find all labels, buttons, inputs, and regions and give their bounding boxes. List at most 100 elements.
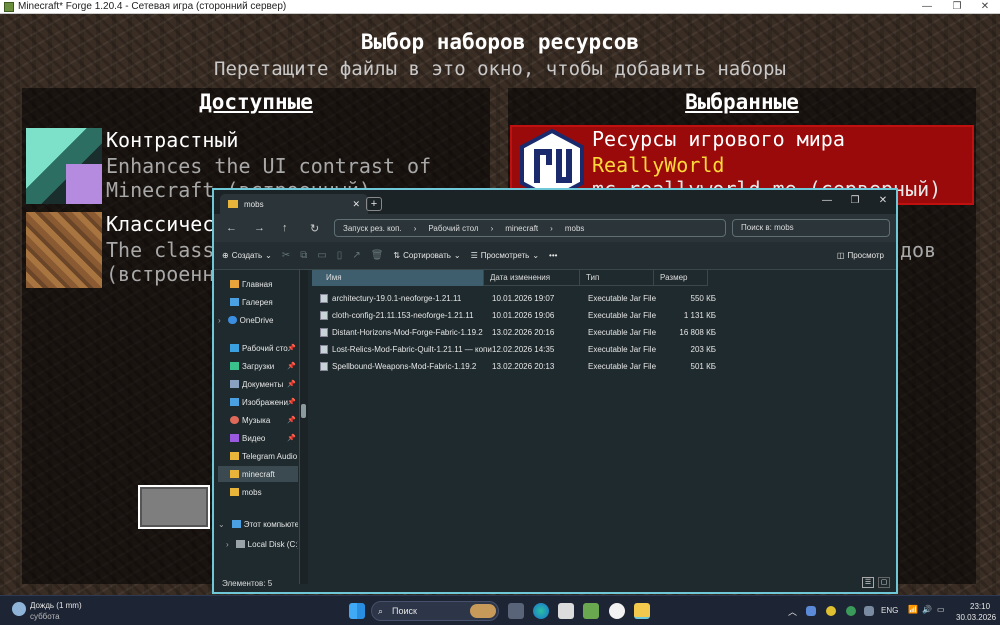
view-icon: ☰ [470,251,478,260]
file-name: cloth-config-21.11.153-neoforge-1.21.11 [332,311,474,320]
file-row[interactable]: architectury-19.0.1-neoforge-1.21.11 10.… [312,290,812,307]
maximize-button[interactable]: ❐ [842,192,868,210]
file-row[interactable]: cloth-config-21.11.153-neoforge-1.21.11 … [312,307,812,324]
sidebar-item-local-disk[interactable]: › Local Disk (C:) [218,536,298,552]
refresh-icon[interactable]: ↻ [310,222,319,235]
breadcrumb-item[interactable]: mobs [565,224,585,233]
weather-title[interactable]: Дождь (1 mm) [30,601,82,610]
clock-time[interactable]: 23:10 [970,602,990,611]
chevron-down-icon: ⌄ [532,251,540,260]
up-arrow-icon[interactable]: ↑ [282,222,288,234]
paste-icon[interactable]: ▭ [317,250,326,261]
delete-icon[interactable]: 🗑 [371,250,384,261]
sidebar-item-label: Рабочий сто. [242,343,290,353]
chevron-right-icon: › [550,223,553,233]
file-explorer-icon[interactable] [634,603,650,619]
yandex-browser-icon[interactable] [609,603,625,619]
taskbar: Дождь (1 mm) суббота ⌕ Поиск ︿ ENG 📶 🔊 ▭… [0,595,1000,625]
close-tab-icon[interactable]: ✕ [352,199,360,210]
sidebar-item-onedrive[interactable]: › OneDrive [218,312,298,328]
file-row[interactable]: Distant-Horizons-Mod-Forge-Fabric-1.19.2… [312,324,812,341]
breadcrumb-item[interactable]: Запуск рез. коп. [343,224,402,233]
sidebar-item-pictures[interactable]: Изображени 📌 [218,394,298,410]
minimize-button[interactable]: — [814,192,840,210]
sidebar-item-telegram-audio[interactable]: Telegram Audio [218,448,298,464]
breadcrumb[interactable]: Запуск рез. коп. › Рабочий стол › minecr… [334,219,726,237]
sidebar-item-desktop[interactable]: Рабочий сто. 📌 [218,340,298,356]
close-button[interactable]: ✕ [870,192,896,210]
column-header-size[interactable]: Размер [654,270,708,286]
minecraft-launcher-icon[interactable] [583,603,599,619]
view-button[interactable]: ☰ Просмотреть ⌄ [471,251,539,260]
file-row[interactable]: Lost-Relics-Mod-Fabric-Quilt-1.21.11 — к… [312,341,812,358]
close-button[interactable]: ✕ [972,0,998,14]
file-type: Executable Jar File [588,345,657,354]
wifi-icon[interactable]: 📶 [908,605,918,614]
sidebar-item-documents[interactable]: Документы 📌 [218,376,298,392]
sidebar-item-videos[interactable]: Видео 📌 [218,430,298,446]
column-header-date[interactable]: Дата изменения [484,270,580,286]
tray-app-icon[interactable] [826,606,836,616]
sort-button[interactable]: ⇅ Сортировать ⌄ [393,251,460,260]
calculator-icon[interactable] [558,603,574,619]
file-name: architectury-19.0.1-neoforge-1.21.11 [332,294,462,303]
home-icon [230,280,239,288]
share-icon[interactable]: ↗ [352,250,360,261]
task-view-icon[interactable] [508,603,524,619]
sidebar-item-downloads[interactable]: Загрузки 📌 [218,358,298,374]
windows-start-icon[interactable] [349,603,365,619]
sidebar-item-home[interactable]: Главная [218,276,298,292]
tray-app-icon[interactable] [806,606,816,616]
tray-app-icon[interactable] [864,606,874,616]
file-row[interactable]: Spellbound-Weapons-Mod-Fabric-1.19.2 13.… [312,358,812,375]
sidebar-item-gallery[interactable]: Галерея [218,294,298,310]
search-highlight-image [470,604,496,618]
sidebar-item-minecraft[interactable]: minecraft [218,466,298,482]
search-input[interactable]: Поиск в: mobs [732,219,890,237]
sidebar-item-music[interactable]: Музыка 📌 [218,412,298,428]
language-indicator[interactable]: ENG [881,606,898,615]
preview-pane-icon: ◫ [836,251,845,260]
taskbar-search[interactable]: ⌕ Поиск [371,601,499,621]
chevron-up-icon[interactable]: ︿ [788,605,797,618]
pack-desc-overflow: дов [900,238,937,262]
tiles-view-icon[interactable]: ▢ [878,577,890,588]
pack-name: Контрастный [106,128,239,152]
scrollbar-thumb[interactable] [301,404,306,418]
plus-circle-icon: ⊕ [222,251,229,260]
cut-icon[interactable]: ✂ [282,250,290,261]
copy-icon[interactable]: ⧉ [300,250,307,261]
available-header: Доступные [199,90,313,114]
more-options-button[interactable]: ••• [549,251,557,260]
jar-file-icon [320,362,328,371]
maximize-button[interactable]: ❐ [944,0,970,14]
cloud-icon [227,316,237,324]
volume-icon[interactable]: 🔊 [922,605,932,614]
sidebar-item-this-pc[interactable]: ⌄ Этот компьютер [218,516,298,532]
image-icon [230,398,239,406]
sidebar-scrollbar[interactable] [300,270,308,584]
create-button[interactable]: ⊕ Создать ⌄ [222,251,272,260]
new-tab-button[interactable]: + [366,197,382,211]
open-pack-folder-button[interactable] [138,485,210,529]
sidebar-item-mobs[interactable]: mobs [218,484,298,500]
rename-icon[interactable]: ▯ [337,250,343,261]
tab-mobs[interactable]: mobs ✕ [220,194,368,214]
battery-icon[interactable]: ▭ [937,605,945,614]
drive-icon [235,540,245,548]
breadcrumb-item[interactable]: Рабочий стол [428,224,478,233]
folder-icon [230,470,239,478]
back-arrow-icon[interactable]: ← [226,222,237,234]
breadcrumb-item[interactable]: minecraft [505,224,538,233]
forward-arrow-icon[interactable]: → [254,222,265,234]
tray-app-icon[interactable] [846,606,856,616]
column-header-type[interactable]: Тип [580,270,654,286]
preview-button[interactable]: ◫ Просмотр [837,251,884,260]
clock-date[interactable]: 30.03.2026 [956,613,996,622]
status-bar-count: Элементов: 5 [222,579,273,588]
edge-browser-icon[interactable] [533,603,549,619]
column-header-name[interactable]: Имя [312,270,484,286]
music-icon [230,416,239,424]
details-view-icon[interactable]: ☰ [862,577,874,588]
minimize-button[interactable]: — [914,0,940,14]
